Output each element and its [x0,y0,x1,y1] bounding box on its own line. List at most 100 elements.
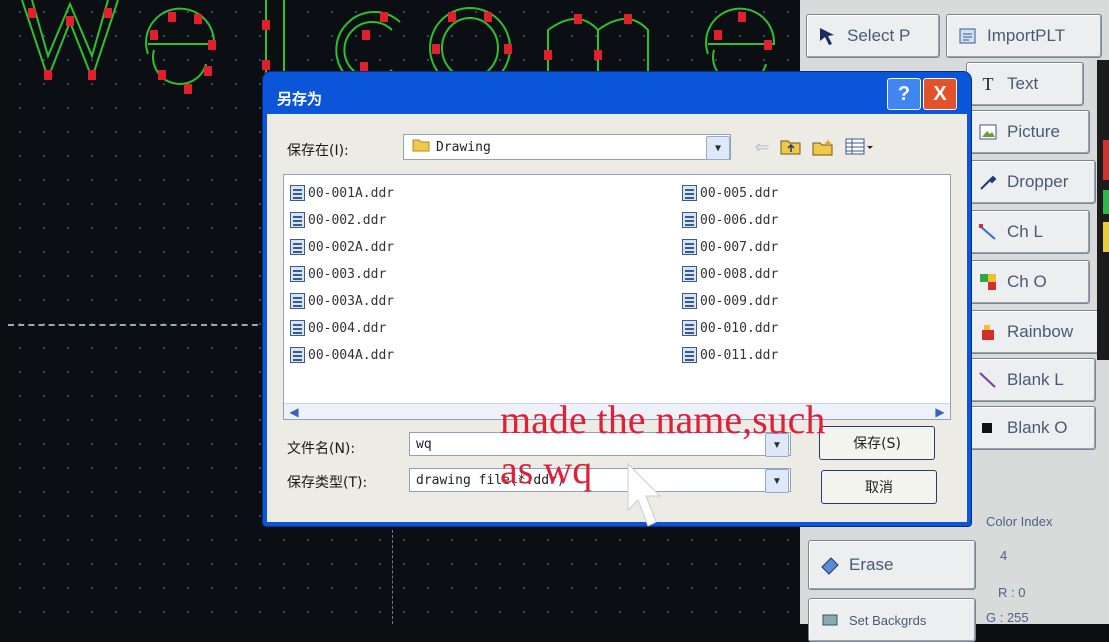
erase-label: Erase [849,555,894,574]
scroll-right-icon[interactable]: ▶ [932,404,948,419]
ddr-file-icon [290,293,305,309]
new-folder-icon[interactable] [811,136,835,158]
blank-line-label: Blank L [1007,370,1064,389]
file-name: 00-011.ddr [700,347,779,363]
canvas-guide-horizontal [8,324,268,326]
file-item[interactable]: 00-003A.ddr [290,293,394,309]
dropper-tool-button[interactable]: Dropper [966,160,1096,204]
eraser-icon [819,554,841,576]
color-swatch-red[interactable] [1103,140,1109,180]
text-tool-label: Text [1007,74,1039,93]
filename-label: 文件名(N): [287,441,356,457]
canvas-guide-vertical [392,530,393,624]
view-menu-icon[interactable] [843,136,877,158]
file-list[interactable]: 00-001A.ddr 00-002.ddr 00-002A.ddr 00-003.d… [283,174,951,420]
save-in-select[interactable]: Drawing ▼ [403,134,731,160]
file-item[interactable]: 00-003.ddr [290,266,386,282]
mouse-cursor-icon [627,462,662,527]
file-item[interactable]: 00-002.ddr [290,212,386,228]
save-in-value: Drawing [436,139,491,155]
chevron-down-icon[interactable]: ▼ [706,136,730,160]
file-name: 00-009.ddr [700,293,779,309]
annotation-text: made the name,such as wq [500,398,825,492]
file-item[interactable]: 00-011.ddr [682,347,778,363]
color-r-value: R : 0 [998,585,1026,600]
file-name: 00-006.ddr [700,212,779,228]
file-item[interactable]: 00-002A.ddr [290,239,394,255]
set-background-label: Set Backgrds [849,612,927,628]
arrow-cursor-icon [817,25,839,47]
dropper-icon [977,171,999,193]
annotation-line-1: made the name,such [500,397,826,442]
file-item[interactable]: 00-006.ddr [682,212,778,228]
file-name: 00-004A.ddr [308,347,395,363]
change-line-color-button[interactable]: Ch L [966,210,1090,254]
save-button[interactable]: 保存(S) [819,426,935,460]
file-item[interactable]: 00-009.ddr [682,293,778,309]
ddr-file-icon [682,212,697,228]
file-name: 00-004.ddr [308,320,387,336]
blank-object-icon [977,417,999,439]
filetype-label: 保存类型(T): [287,475,368,491]
back-arrow-icon[interactable]: ⇐ [751,136,773,158]
ddr-file-icon [290,266,305,282]
import-plt-label: ImportPLT [987,26,1066,45]
rainbow-label: Rainbow [1007,322,1074,341]
file-item[interactable]: 00-008.ddr [682,266,778,282]
file-name: 00-003.ddr [308,266,387,282]
file-item[interactable]: 00-001A.ddr [290,185,394,201]
ddr-file-icon [290,212,305,228]
help-button[interactable]: ? [887,78,921,110]
file-name: 00-001A.ddr [308,185,395,201]
close-button[interactable]: X [923,78,957,110]
set-background-button[interactable]: Set Backgrds [808,598,976,642]
folder-icon [412,138,430,156]
picture-tool-button[interactable]: Picture [966,110,1090,154]
picture-icon [977,121,999,143]
ddr-file-icon [290,239,305,255]
line-color-icon [977,221,999,243]
change-line-color-label: Ch L [1007,222,1043,241]
cancel-button[interactable]: 取消 [821,470,937,504]
dialog-title: 另存为 [277,90,323,108]
import-icon [957,25,979,47]
blank-object-button[interactable]: Blank O [966,406,1096,450]
rainbow-button[interactable]: Rainbow [966,310,1102,354]
ddr-file-icon [682,266,697,282]
file-item[interactable]: 00-004A.ddr [290,347,394,363]
file-name: 00-007.ddr [700,239,779,255]
color-index-label: Color Index [986,514,1053,529]
text-tool-button[interactable]: T Text [966,62,1084,106]
rainbow-icon [977,321,999,343]
change-object-color-label: Ch O [1007,272,1047,291]
background-icon [819,609,841,631]
change-object-color-button[interactable]: Ch O [966,260,1090,304]
color-swatch-green[interactable] [1103,190,1109,214]
file-item[interactable]: 00-010.ddr [682,320,778,336]
blank-line-icon [977,369,999,391]
up-folder-icon[interactable] [779,136,803,158]
ddr-file-icon [290,185,305,201]
text-t-icon: T [982,73,994,94]
erase-button[interactable]: Erase [808,540,976,590]
file-name: 00-002.ddr [308,212,387,228]
annotation-line-2: as wq [500,447,593,492]
ddr-file-icon [682,185,697,201]
select-button[interactable]: Select P [806,14,940,58]
dropper-tool-label: Dropper [1007,172,1069,191]
scroll-left-icon[interactable]: ◀ [286,404,302,419]
file-name: 00-003A.ddr [308,293,395,309]
file-item[interactable]: 00-004.ddr [290,320,386,336]
ddr-file-icon [290,320,305,336]
import-plt-button[interactable]: ImportPLT [946,14,1102,58]
file-name: 00-010.ddr [700,320,779,336]
ddr-file-icon [682,347,697,363]
blank-line-button[interactable]: Blank L [966,358,1096,402]
color-swatch-yellow[interactable] [1103,222,1109,252]
ddr-file-icon [682,320,697,336]
file-name: 00-005.ddr [700,185,779,201]
select-button-label: Select P [847,26,911,45]
file-item[interactable]: 00-007.ddr [682,239,778,255]
ddr-file-icon [682,293,697,309]
file-item[interactable]: 00-005.ddr [682,185,778,201]
